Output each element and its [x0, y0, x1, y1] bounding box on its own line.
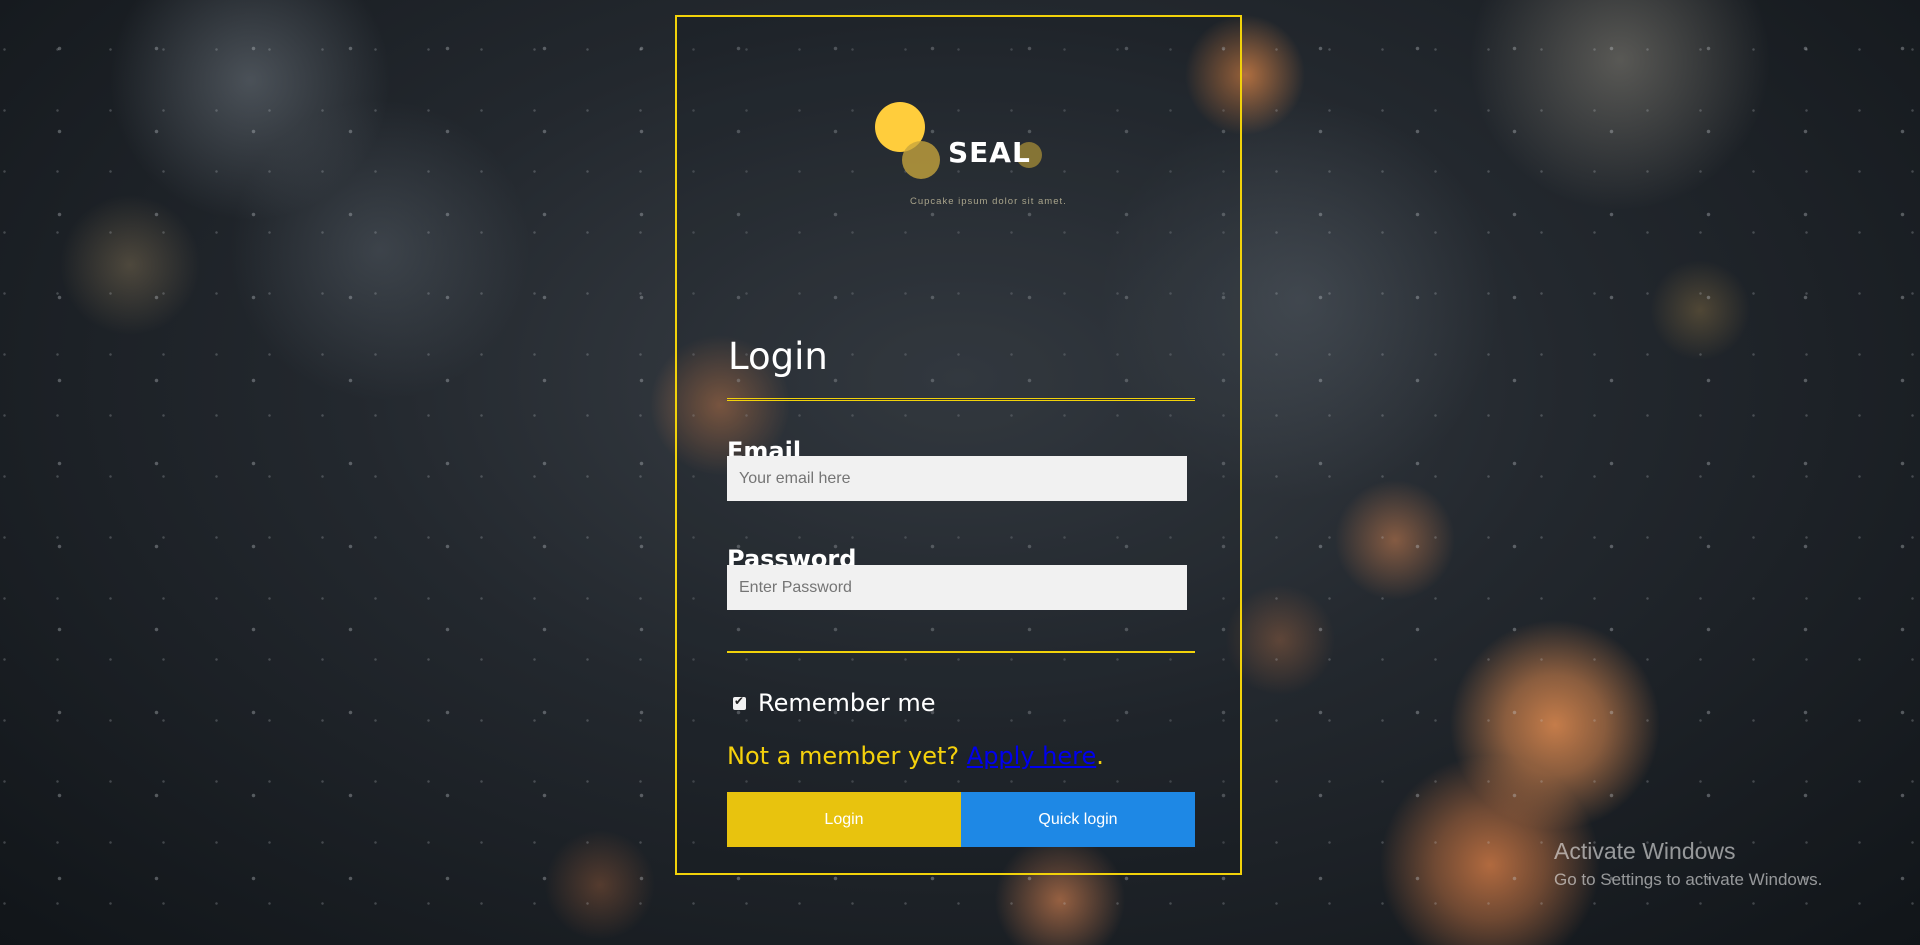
logo-tagline: Cupcake ipsum dolor sit amet.	[910, 196, 1067, 207]
activate-windows-watermark: Activate Windows Go to Settings to activ…	[1554, 838, 1822, 890]
quick-login-button[interactable]: Quick login	[961, 792, 1195, 847]
watermark-subtitle: Go to Settings to activate Windows.	[1554, 870, 1823, 889]
logo-dot-medium	[902, 141, 940, 179]
email-field[interactable]	[727, 456, 1187, 501]
remember-checkbox[interactable]	[733, 694, 746, 710]
seal-logo: SEAL Cupcake ipsum dolor sit amet.	[852, 102, 1066, 212]
apply-link[interactable]: Apply here	[967, 742, 1096, 770]
logo-wordmark: SEAL	[948, 136, 1031, 169]
member-prompt-end: .	[1096, 742, 1104, 770]
login-button[interactable]: Login	[727, 792, 961, 847]
remember-row: Remember me	[733, 689, 936, 717]
password-field[interactable]	[727, 565, 1187, 610]
login-card: SEAL Cupcake ipsum dolor sit amet. Login…	[675, 15, 1242, 875]
form-divider	[727, 651, 1195, 653]
member-prompt: Not a member yet? Apply here.	[727, 742, 1104, 770]
member-prompt-text: Not a member yet?	[727, 742, 967, 770]
watermark-title: Activate Windows	[1554, 838, 1736, 864]
login-heading: Login	[728, 335, 828, 378]
remember-label: Remember me	[758, 689, 936, 717]
heading-divider	[727, 398, 1195, 401]
